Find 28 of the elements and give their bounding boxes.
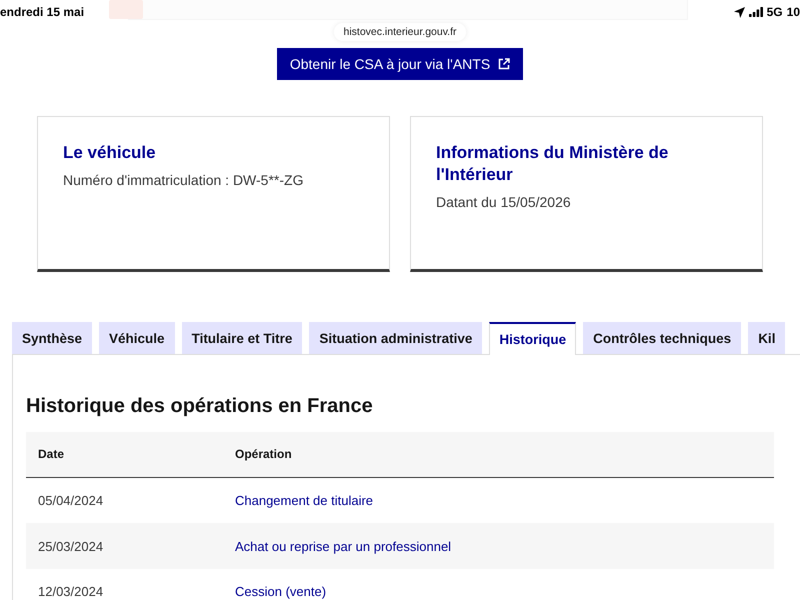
tab[interactable]: Titulaire et Titre	[182, 322, 302, 354]
address-bar[interactable]: histovec.interieur.gouv.fr	[334, 23, 466, 41]
operation-link[interactable]: Achat ou reprise par un professionnel	[235, 538, 452, 554]
section-heading: Historique des opérations en France	[26, 394, 373, 419]
operation-link[interactable]: Changement de titulaire	[235, 492, 374, 508]
tab[interactable]: Véhicule	[99, 322, 175, 354]
date-cell: 12/03/2024	[26, 569, 223, 600]
card-text: Datant du 15/05/2026	[436, 193, 572, 212]
card-text: Numéro d'immatriculation : DW-5**-ZG	[63, 171, 304, 190]
tab[interactable]: Synthèse	[12, 322, 92, 354]
date-cell: 25/03/2024	[26, 523, 223, 569]
tab[interactable]: Situation administrative	[309, 322, 482, 354]
external-link-icon	[498, 58, 510, 70]
location-arrow-icon	[734, 6, 745, 18]
network-label: 5G	[766, 5, 783, 19]
card-title: Informations du Ministère de l'Intérieur	[436, 142, 670, 186]
signal-icon	[748, 7, 763, 17]
csa-button[interactable]: Obtenir le CSA à jour via l'ANTS	[276, 48, 524, 80]
tab[interactable]: Kil	[748, 322, 786, 354]
column-header: Opération	[223, 432, 774, 477]
tab[interactable]: Contrôles techniques	[583, 322, 742, 354]
tab[interactable]: Historique	[489, 322, 576, 355]
status-date: endredi 15 mai	[0, 5, 84, 19]
date-cell: 05/04/2024	[26, 477, 223, 523]
column-header: Date	[26, 432, 223, 477]
battery-percent: 10	[786, 5, 800, 19]
operation-link[interactable]: Cession (vente)	[235, 584, 326, 599]
card-title: Le véhicule	[63, 142, 157, 164]
